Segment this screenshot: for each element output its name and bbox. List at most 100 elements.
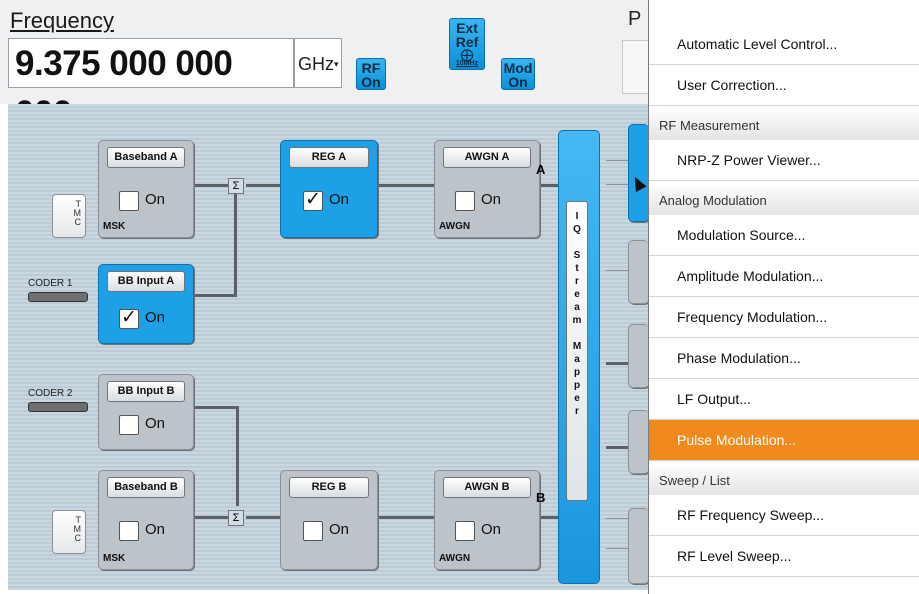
connector-line (606, 362, 628, 365)
reg-b-block[interactable]: REG B On (280, 470, 378, 570)
mapper-letter: r (575, 276, 579, 287)
menu-item[interactable]: Phase Modulation... (649, 338, 919, 378)
menu-item[interactable]: NRP-Z Power Viewer... (649, 140, 919, 180)
iq-block-partial[interactable] (628, 324, 649, 388)
coder2-connector-icon (28, 402, 88, 412)
baseband-a-on-label: On (145, 191, 166, 208)
path-b-label: B (536, 490, 546, 505)
bb-input-b-checkbox[interactable] (119, 415, 139, 435)
mapper-letter (567, 236, 587, 249)
tmc-c: C (74, 217, 82, 227)
menu-item[interactable]: RF Level Sweep... (649, 536, 919, 576)
iq-block-partial[interactable] (628, 240, 649, 304)
tmc-button[interactable]: T M C (52, 510, 86, 554)
fader-block-partial[interactable] (628, 124, 649, 222)
mapper-letter: Q (573, 224, 581, 235)
sum-icon: Σ (228, 178, 244, 194)
connector-line (538, 184, 560, 187)
reg-b-label: REG B (289, 477, 369, 498)
frequency-input[interactable]: 9.375 000 000 000 (8, 38, 294, 133)
iq-block-partial[interactable] (628, 410, 649, 474)
mapper-letter: S (573, 250, 581, 261)
awgn-a-block[interactable]: AWGN A On AWGN (434, 140, 540, 238)
connector-line (192, 294, 237, 297)
bb-input-b-block[interactable]: BB Input B On (98, 374, 194, 450)
reg-b-on-label: On (329, 521, 350, 538)
frequency-unit-label: GHz (298, 54, 334, 74)
menu-section-header: Analog Modulation (649, 187, 919, 215)
bb-input-a-block[interactable]: BB Input A On (98, 264, 194, 344)
awgn-b-label: AWGN B (443, 477, 531, 498)
mapper-letter: I (575, 211, 579, 222)
baseband-a-block[interactable]: Baseband A On MSK (98, 140, 194, 238)
power-input[interactable] (622, 40, 650, 94)
reg-a-checkbox[interactable] (303, 188, 323, 211)
rf-on-button[interactable]: RF On (356, 58, 386, 90)
mapper-letter: r (575, 406, 579, 417)
connector-line (246, 184, 280, 187)
awgn-a-label: AWGN A (443, 147, 531, 168)
connector-line (606, 518, 628, 519)
baseband-a-mode: MSK (103, 221, 126, 232)
baseband-b-label: Baseband B (107, 477, 185, 498)
rf-label: RF (361, 60, 381, 76)
menu-item[interactable]: LF Output... (649, 379, 919, 419)
menu-item[interactable]: Frequency Modulation... (649, 297, 919, 337)
block-diagram: Σ Σ T M C Baseband A On MSK REG A On AWG… (8, 104, 649, 590)
mod-label: Mod (503, 60, 533, 76)
connector-line (606, 446, 628, 449)
reg-a-label: REG A (289, 147, 369, 168)
connector-line (192, 184, 230, 187)
menu-item[interactable]: RF Frequency Sweep... (649, 495, 919, 535)
baseband-b-checkbox[interactable] (119, 521, 139, 541)
path-a-label: A (536, 162, 546, 177)
sum-icon: Σ (228, 510, 244, 526)
menu-item[interactable]: Automatic Level Control... (649, 24, 919, 64)
baseband-b-block[interactable]: Baseband B On MSK (98, 470, 194, 570)
menu-item[interactable]: Modulation Source... (649, 215, 919, 255)
connector-line (606, 548, 628, 549)
mapper-letter: e (574, 289, 580, 300)
connector-line (606, 270, 628, 271)
iq-stream-mapper-label: IQ Stream Mapper (566, 201, 588, 501)
connector-line (376, 516, 434, 519)
frequency-title[interactable]: Frequency (10, 8, 114, 34)
mapper-letter: p (573, 380, 581, 391)
ext-ref-button[interactable]: Ext Ref ⨁ 10MHz (449, 18, 485, 70)
baseband-a-label: Baseband A (107, 147, 185, 168)
bb-input-a-on-label: On (145, 309, 166, 326)
awgn-a-checkbox[interactable] (455, 191, 475, 211)
awgn-a-on-label: On (481, 191, 502, 208)
mod-on-button[interactable]: Mod On (501, 58, 535, 90)
connector-line (606, 160, 628, 161)
bb-input-b-on-label: On (145, 415, 166, 432)
bb-input-a-checkbox[interactable] (119, 306, 139, 329)
reg-b-checkbox[interactable] (303, 521, 323, 541)
menu-item[interactable]: Pulse Modulation... (649, 420, 919, 460)
menu-item[interactable]: Amplitude Modulation... (649, 256, 919, 296)
reg-a-block[interactable]: REG A On (280, 140, 378, 238)
iq-stream-mapper-block[interactable]: IQ Stream Mapper (558, 130, 600, 584)
awgn-a-mode: AWGN (439, 221, 471, 232)
crosshair-icon: ⨁ (460, 47, 474, 62)
iq-block-partial[interactable] (628, 508, 649, 584)
connector-line (192, 406, 238, 409)
menu-item[interactable]: User Correction... (649, 65, 919, 105)
tmc-button[interactable]: T M C (52, 194, 86, 238)
connector-line (236, 406, 239, 506)
coder1-label: CODER 1 (28, 278, 73, 289)
awgn-b-checkbox[interactable] (455, 521, 475, 541)
connector-line (606, 184, 628, 185)
baseband-b-mode: MSK (103, 553, 126, 564)
power-title: P (628, 8, 642, 30)
mapper-letter: a (574, 354, 580, 365)
bb-input-a-label: BB Input A (107, 271, 185, 292)
menu-divider (649, 180, 919, 181)
dropdown-menu: Automatic Level Control... User Correctio… (648, 0, 919, 594)
awgn-b-on-label: On (481, 521, 502, 538)
bb-input-b-label: BB Input B (107, 381, 185, 402)
awgn-b-block[interactable]: AWGN B On AWGN (434, 470, 540, 570)
frequency-unit-select[interactable]: GHz▾ (294, 38, 342, 88)
baseband-a-checkbox[interactable] (119, 191, 139, 211)
connector-line (234, 192, 237, 296)
